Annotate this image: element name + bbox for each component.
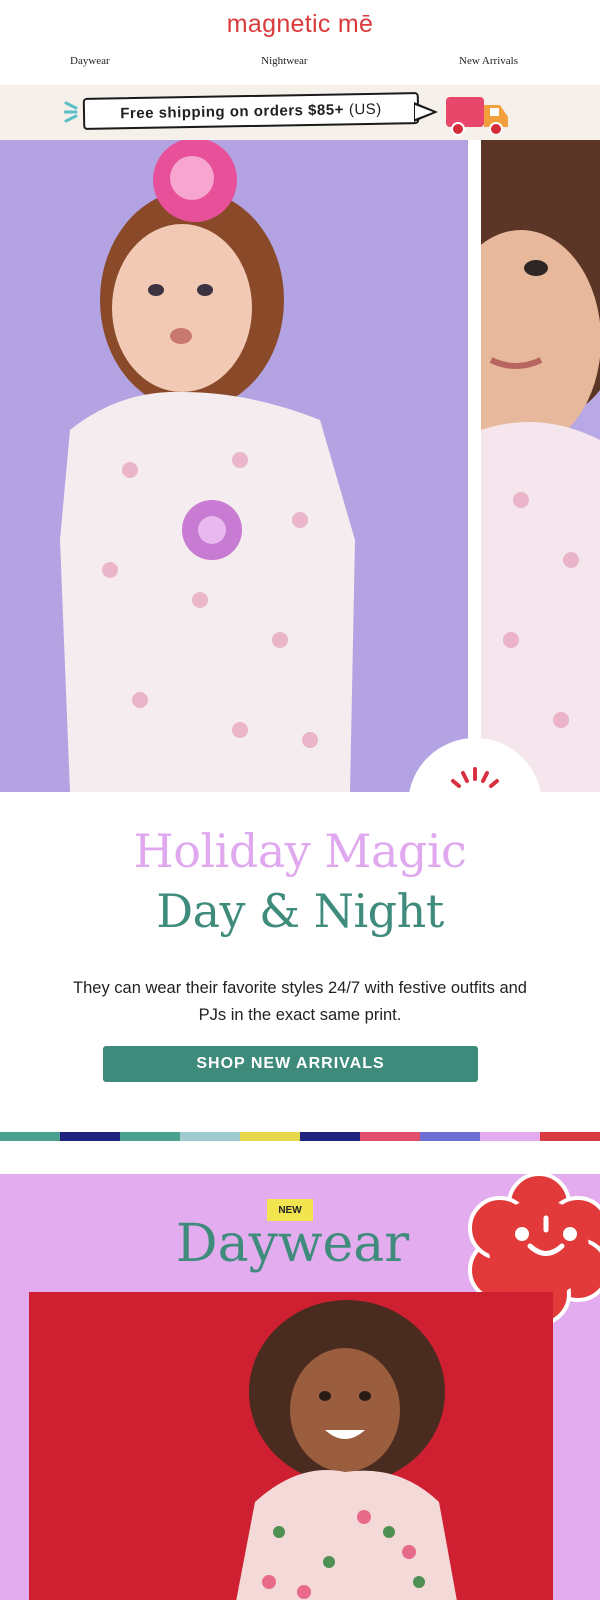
nav-new-arrivals[interactable]: New Arrivals	[459, 55, 518, 67]
stripe-segment	[300, 1132, 360, 1141]
hero-banner[interactable]: m	[0, 140, 600, 872]
headline-body: They can wear their favorite styles 24/7…	[73, 979, 527, 1024]
color-stripe-divider	[0, 1132, 600, 1141]
toddler-dress-illustration	[0, 140, 468, 792]
headline-line-2: Day & Night	[156, 884, 444, 938]
stripe-segment	[60, 1132, 120, 1141]
daywear-section[interactable]: NEW Daywear	[0, 1174, 600, 1600]
shipping-message: Free shipping on orders $85+ (US)	[82, 92, 420, 130]
stripe-segment	[240, 1132, 300, 1141]
daywear-photo	[29, 1292, 553, 1600]
stripe-segment	[540, 1132, 600, 1141]
shipping-banner[interactable]: Free shipping on orders $85+ (US)	[0, 85, 600, 140]
stripe-segment	[360, 1132, 420, 1141]
nav-daywear[interactable]: Daywear	[70, 55, 110, 67]
headline-line-1: Holiday Magic	[133, 824, 467, 878]
speech-tail	[414, 102, 438, 122]
shipping-region: (US)	[348, 100, 382, 118]
hero-photo-toddler-closeup	[481, 140, 600, 792]
nav-nightwear[interactable]: Nightwear	[261, 55, 307, 67]
stripe-segment	[0, 1132, 60, 1141]
stripe-segment	[120, 1132, 180, 1141]
header: magnetic mē Daywear Nightwear New Arriva…	[0, 0, 600, 85]
shipping-text: Free shipping on orders $85+	[120, 100, 345, 122]
hero-photo-toddler-dress	[0, 140, 468, 792]
toddler-closeup-illustration	[481, 140, 600, 792]
top-nav: Daywear Nightwear New Arrivals	[0, 55, 600, 67]
stripe-segment	[180, 1132, 240, 1141]
shop-new-arrivals-button[interactable]: SHOP NEW ARRIVALS	[103, 1046, 478, 1082]
girl-floral-dress-illustration	[29, 1292, 553, 1600]
brand-logo[interactable]: magnetic mē	[0, 10, 600, 39]
stripe-segment	[480, 1132, 540, 1141]
delivery-truck-icon	[446, 97, 508, 136]
holiday-headline-section: Holiday Magic Day & Night They can wear …	[0, 792, 600, 1132]
stripe-segment	[420, 1132, 480, 1141]
sparkle-icon	[64, 101, 78, 123]
